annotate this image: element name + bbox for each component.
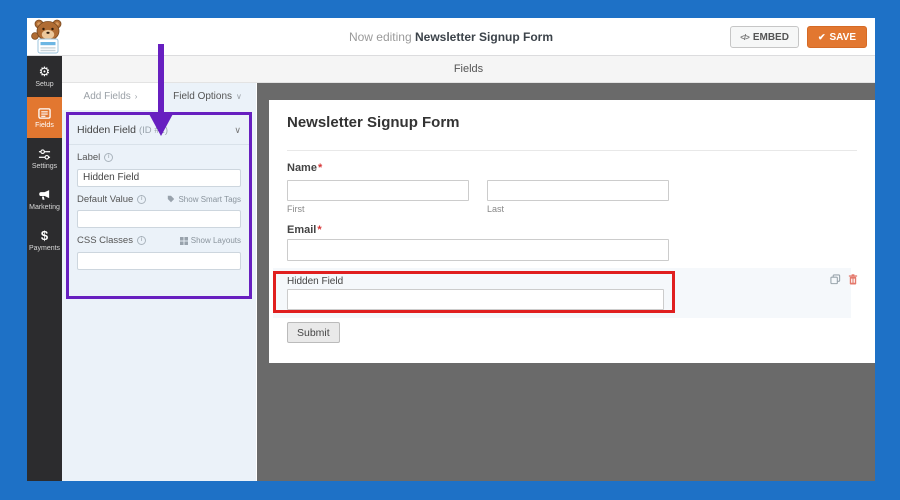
form-preview-title: Newsletter Signup Form [287, 114, 460, 131]
info-icon: i [104, 153, 113, 162]
default-value-option-group: Default Value i Show Smart Tags [69, 187, 249, 229]
name-last-input[interactable] [487, 180, 669, 201]
required-asterisk: * [317, 224, 321, 236]
builder-canvas: Newsletter Signup Form Name* First Last … [256, 83, 875, 481]
dollar-icon: $ [41, 229, 48, 243]
topbar: Now editing Newsletter Signup Form </> E… [27, 18, 875, 56]
now-editing-text: Now editing [349, 30, 412, 44]
check-icon: ✔ [818, 32, 826, 43]
tab-field-options-label: Field Options [173, 91, 232, 102]
submit-button[interactable]: Submit [287, 322, 340, 343]
code-icon: </> [740, 33, 749, 42]
form-preview: Newsletter Signup Form Name* First Last … [269, 100, 875, 363]
tab-add-fields[interactable]: Add Fields › [62, 83, 159, 110]
label-option-label: Label [77, 152, 100, 163]
hidden-field-input[interactable] [287, 289, 664, 310]
email-input[interactable] [287, 239, 669, 261]
form-name: Newsletter Signup Form [415, 30, 553, 44]
last-sublabel: Last [487, 204, 504, 214]
gear-icon: ⚙ [39, 65, 51, 79]
name-first-input[interactable] [287, 180, 469, 201]
tag-icon [167, 195, 175, 203]
trash-icon[interactable] [848, 272, 859, 283]
sidebar-item-label: Marketing [29, 204, 60, 211]
megaphone-icon [38, 188, 51, 202]
grid-icon [180, 237, 188, 245]
hidden-field-label: Hidden Field [287, 276, 343, 287]
sidebar-item-label: Setup [35, 81, 53, 88]
fields-section-title: Fields [454, 63, 483, 75]
show-layouts-link[interactable]: Show Layouts [180, 236, 241, 245]
info-icon: i [137, 236, 146, 245]
sliders-icon [38, 147, 51, 161]
field-options-header-label: Hidden Field [77, 124, 136, 136]
fields-list-icon [38, 106, 51, 120]
sidebar-item-label: Payments [29, 245, 60, 252]
first-sublabel: First [287, 204, 305, 214]
css-classes-option-input[interactable] [77, 252, 241, 270]
sidebar-item-fields[interactable]: Fields [27, 97, 62, 138]
embed-button[interactable]: </> EMBED [730, 26, 799, 48]
chevron-right-icon: › [135, 92, 138, 101]
sidebar-item-label: Settings [32, 163, 57, 170]
annotation-arrow-line [158, 44, 164, 112]
tab-field-options[interactable]: Field Options ∨ [159, 83, 256, 110]
field-options-panel: Add Fields › Field Options ∨ Hidden Fiel… [62, 83, 256, 481]
sidebar-item-payments[interactable]: $ Payments [27, 220, 62, 261]
css-classes-option-label: CSS Classes [77, 235, 133, 246]
label-option-input[interactable] [77, 169, 241, 187]
css-classes-option-group: CSS Classes i Show Layouts [69, 228, 249, 270]
email-field-label: Email* [287, 224, 322, 236]
name-field-label: Name* [287, 162, 322, 174]
sidebar-item-label: Fields [35, 122, 54, 129]
default-value-option-input[interactable] [77, 210, 241, 228]
sidebar-item-marketing[interactable]: Marketing [27, 179, 62, 220]
fields-section-bar: Fields [62, 56, 875, 83]
screenshot-frame: Now editing Newsletter Signup Form </> E… [0, 0, 900, 500]
field-row-actions [830, 272, 859, 283]
show-smart-tags-label: Show Smart Tags [178, 195, 241, 204]
default-value-option-label: Default Value [77, 194, 133, 205]
sidebar-item-setup[interactable]: ⚙ Setup [27, 56, 62, 97]
annotation-arrow-head [148, 112, 174, 136]
save-button-label: SAVE [830, 32, 857, 43]
annotation-purple-box: Hidden Field (ID #2) ∨ Label i Default V… [66, 112, 252, 299]
save-button[interactable]: ✔ SAVE [807, 26, 867, 48]
info-icon: i [137, 195, 146, 204]
show-layouts-label: Show Layouts [191, 236, 241, 245]
sidebar-item-settings[interactable]: Settings [27, 138, 62, 179]
title-divider [287, 150, 857, 151]
required-asterisk: * [318, 162, 322, 174]
tab-add-fields-label: Add Fields [84, 91, 131, 102]
label-option-group: Label i [69, 145, 249, 187]
show-smart-tags-link[interactable]: Show Smart Tags [167, 195, 241, 204]
builder-sidebar: ⚙ Setup Fields Settings Marketing [27, 56, 62, 481]
duplicate-icon[interactable] [830, 272, 841, 283]
app-window: Now editing Newsletter Signup Form </> E… [27, 18, 875, 481]
chevron-down-icon: ∨ [234, 125, 241, 136]
chevron-down-icon: ∨ [236, 92, 242, 101]
topbar-actions: </> EMBED ✔ SAVE [730, 26, 867, 48]
embed-button-label: EMBED [753, 32, 789, 43]
